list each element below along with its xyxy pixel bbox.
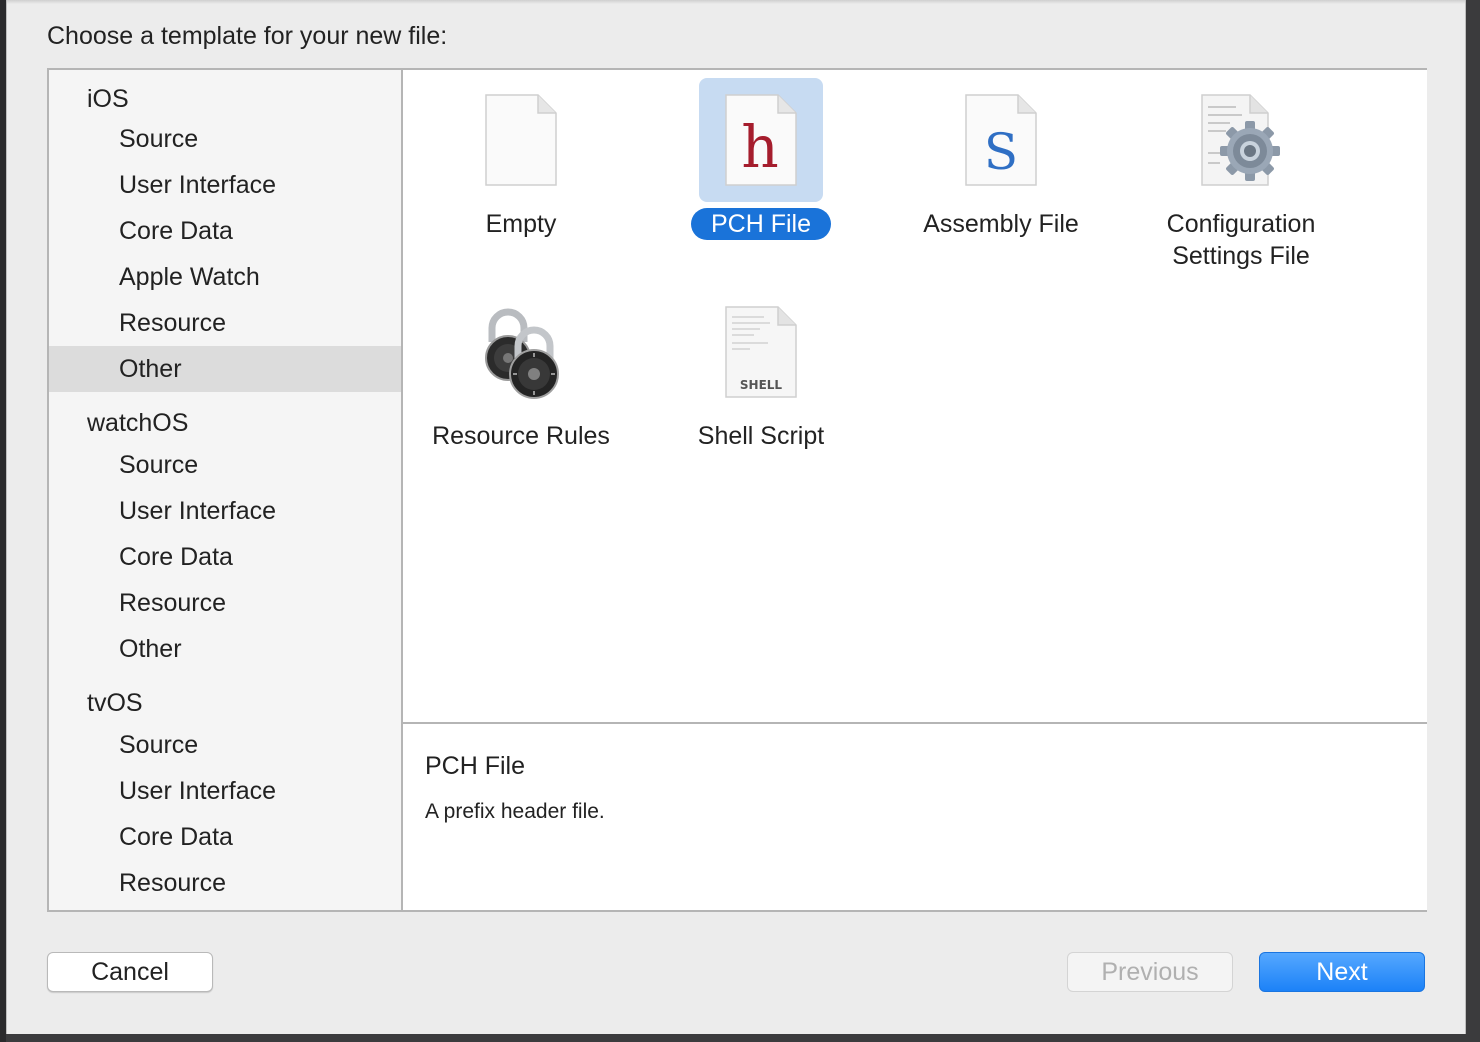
dialog-title: Choose a template for your new file: — [47, 22, 448, 50]
sidebar-item-tvos-resource[interactable]: Resource — [49, 860, 401, 906]
template-pch-icon-box: h — [699, 78, 823, 202]
sidebar-group-ios: iOS Source User Interface Core Data Appl… — [49, 70, 401, 392]
template-shell-icon-box: SHELL — [699, 290, 823, 414]
sidebar-item-ios-core-data[interactable]: Core Data — [49, 208, 401, 254]
previous-button[interactable]: Previous — [1067, 952, 1233, 992]
template-assembly-label: Assembly File — [923, 210, 1079, 238]
sidebar-item-ios-source[interactable]: Source — [49, 116, 401, 162]
sidebar-item-ios-other[interactable]: Other — [49, 346, 401, 392]
template-chooser: iOS Source User Interface Core Data Appl… — [47, 68, 1427, 912]
sidebar-item-tvos-core-data[interactable]: Core Data — [49, 814, 401, 860]
sidebar-item-watchos-core-data[interactable]: Core Data — [49, 534, 401, 580]
template-pch-label: PCH File — [690, 208, 831, 240]
template-details: PCH File A prefix header file. — [403, 724, 1427, 910]
template-resource-rules[interactable]: Resource Rules — [401, 290, 641, 452]
detail-description: A prefix header file. — [425, 800, 605, 823]
template-pch-file[interactable]: h PCH File — [641, 78, 881, 240]
padlocks-icon — [485, 308, 559, 399]
assembly-s-document-icon: S — [965, 94, 1037, 186]
template-resource-rules-icon-box — [459, 290, 583, 414]
sidebar-item-tvos-user-interface[interactable]: User Interface — [49, 768, 401, 814]
template-assembly-icon-box: S — [939, 78, 1063, 202]
template-empty[interactable]: Empty — [401, 78, 641, 240]
group-title-ios: iOS — [87, 85, 129, 113]
sidebar-item-watchos-source[interactable]: Source — [49, 442, 401, 488]
sidebar-item-watchos-other[interactable]: Other — [49, 626, 401, 672]
sidebar-item-ios-apple-watch[interactable]: Apple Watch — [49, 254, 401, 300]
config-gear-document-icon — [1201, 94, 1280, 186]
group-title-tvos: tvOS — [87, 689, 143, 717]
template-shell-label: Shell Script — [697, 422, 825, 450]
next-button[interactable]: Next — [1259, 952, 1425, 992]
template-config-label: Configuration Settings File — [1166, 210, 1316, 270]
sidebar-item-watchos-resource[interactable]: Resource — [49, 580, 401, 626]
new-file-sheet: Choose a template for your new file: iOS… — [6, 0, 1466, 1034]
assembly-letter: S — [984, 123, 1018, 181]
sidebar-item-tvos-source[interactable]: Source — [49, 722, 401, 768]
cancel-button[interactable]: Cancel — [47, 952, 213, 992]
sheet-shadow — [7, 0, 1465, 4]
template-grid: Empty h PCH File S Assembly File Configu… — [403, 70, 1427, 724]
group-title-watchos: watchOS — [87, 409, 189, 437]
shell-document-icon: SHELL — [725, 306, 797, 398]
template-empty-icon-box — [459, 78, 583, 202]
template-resource-rules-label: Resource Rules — [432, 422, 610, 450]
header-h-document-icon: h — [725, 94, 797, 186]
sidebar-group-watchos: watchOS Source User Interface Core Data … — [49, 392, 401, 672]
template-assembly-file[interactable]: S Assembly File — [881, 78, 1121, 240]
sidebar-item-ios-resource[interactable]: Resource — [49, 300, 401, 346]
detail-title: PCH File — [425, 752, 526, 780]
template-shell-script[interactable]: SHELL Shell Script — [641, 290, 881, 452]
template-empty-label: Empty — [485, 210, 557, 238]
sidebar-item-ios-user-interface[interactable]: User Interface — [49, 162, 401, 208]
blank-document-icon — [485, 94, 557, 186]
shell-icon-text: SHELL — [740, 378, 783, 392]
sidebar-group-tvos: tvOS Source User Interface Core Data Res… — [49, 672, 401, 906]
template-configuration-settings-file[interactable]: Configuration Settings File — [1121, 78, 1361, 272]
platform-sidebar[interactable]: iOS Source User Interface Core Data Appl… — [49, 70, 403, 910]
template-config-icon-box — [1179, 78, 1303, 202]
sidebar-item-watchos-user-interface[interactable]: User Interface — [49, 488, 401, 534]
header-letter: h — [741, 113, 778, 181]
